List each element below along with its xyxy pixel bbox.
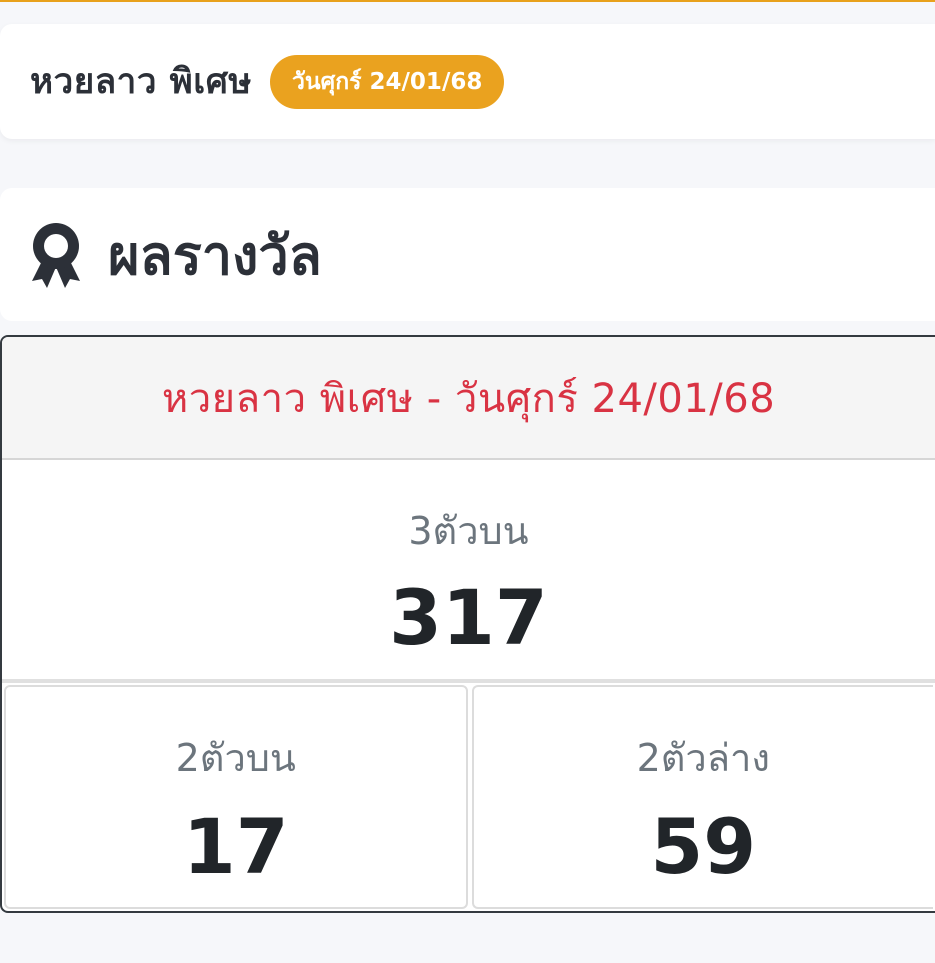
two-bottom-number: 59 (650, 802, 757, 891)
two-top-prize: 2ตัวบน 17 (4, 685, 468, 909)
result-heading-row: หวยลาว พิเศษ - วันศุกร์ 24/01/68 (2, 337, 935, 460)
two-bottom-label: 2ตัวล่าง (636, 736, 770, 780)
two-top-number: 17 (182, 802, 289, 891)
three-top-number: 317 (389, 573, 548, 662)
lottery-title: หวยลาว พิเศษ (30, 62, 252, 102)
results-section-header: ผลรางวัล (0, 188, 935, 321)
three-top-prize: 3ตัวบน 317 (2, 460, 935, 683)
award-icon (28, 221, 84, 289)
lottery-header: หวยลาว พิเศษ วันศุกร์ 24/01/68 (0, 24, 935, 139)
result-heading: หวยลาว พิเศษ - วันศุกร์ 24/01/68 (161, 375, 776, 422)
two-top-label: 2ตัวบน (175, 736, 296, 780)
section-title: ผลรางวัล (108, 223, 322, 287)
three-top-label: 3ตัวบน (408, 509, 529, 553)
two-bottom-prize: 2ตัวล่าง 59 (471, 685, 933, 909)
two-digit-row: 2ตัวบน 17 2ตัวล่าง 59 (2, 683, 935, 909)
top-accent-line (0, 0, 935, 2)
result-table: หวยลาว พิเศษ - วันศุกร์ 24/01/68 3ตัวบน … (0, 335, 935, 913)
date-badge: วันศุกร์ 24/01/68 (270, 54, 505, 109)
